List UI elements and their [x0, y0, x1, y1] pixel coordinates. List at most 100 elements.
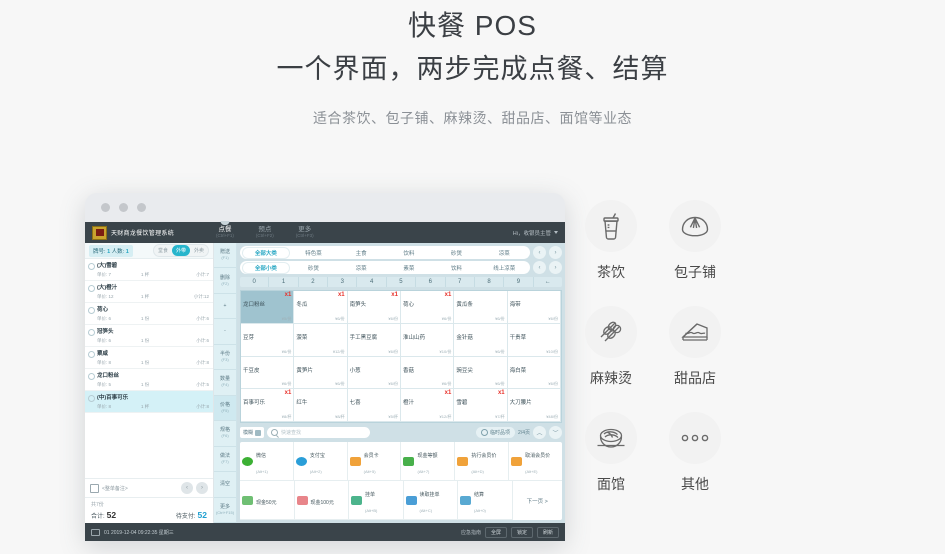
cash-50[interactable]: 现金50元	[240, 481, 295, 520]
rail-button-method[interactable]: 做法 (F7)	[214, 447, 236, 473]
numpad-key-2[interactable]: 2	[299, 277, 329, 287]
row-select-icon[interactable]	[88, 395, 95, 402]
dish-cell[interactable]: 豌豆尖 ¥6/份	[454, 356, 508, 390]
next-page-button[interactable]: 下一页 >	[513, 481, 563, 520]
dish-cell[interactable]: x1 南笋头 ¥6/份	[347, 291, 401, 324]
payment-wechat[interactable]: 微信 (Alt+1)	[240, 442, 294, 481]
table-row[interactable]: 粟咸 单价: 8 1 份 小计:8	[85, 347, 213, 369]
tab-preorder[interactable]: 预点 (Ctrl+F2)	[256, 226, 274, 239]
dish-cell[interactable]: 豆芽 ¥6/份	[241, 323, 295, 357]
row-select-icon[interactable]	[88, 285, 95, 292]
tab-order[interactable]: 点餐 (Ctrl+F1)	[216, 226, 234, 239]
business-type-dessert[interactable]: 甜品店	[669, 306, 721, 388]
numpad-key-5[interactable]: 5	[387, 277, 417, 287]
numpad-key-8[interactable]: 8	[475, 277, 505, 287]
row-select-icon[interactable]	[88, 307, 95, 314]
mode-delivery[interactable]: 外卖	[190, 245, 208, 256]
recall-order-button[interactable]: 读取挂单 (Alt+C)	[403, 481, 458, 520]
lock-button[interactable]: 锁定	[510, 527, 533, 538]
dish-cell[interactable]: 香菇 ¥6/份	[400, 356, 455, 390]
rail-button-more[interactable]: 更多 (Ctrl+F15)	[214, 498, 236, 523]
order-next-button[interactable]: ›	[196, 482, 208, 494]
apply-member-price[interactable]: 执行会员价 (Alt+D)	[455, 442, 510, 481]
dish-cell[interactable]: x1 雪碧 ¥7/杯	[454, 389, 508, 422]
minor-cat-1[interactable]: 砂煲	[290, 264, 338, 272]
rail-button-gift[interactable]: 赠送 (F1)	[214, 243, 236, 269]
business-type-bun[interactable]: 包子铺	[669, 200, 721, 282]
table-row[interactable]: 龙口粉丝 单价: 5 1 份 小计:5	[85, 369, 213, 391]
business-type-other[interactable]: 其他	[669, 412, 721, 494]
business-type-tea[interactable]: 茶饮	[585, 200, 637, 282]
window-dot-maximize-icon[interactable]	[137, 203, 146, 212]
row-select-icon[interactable]	[88, 329, 95, 336]
business-type-noodle[interactable]: 面馆	[585, 412, 637, 494]
dish-cell[interactable]: 海带 ¥6/份	[507, 291, 561, 324]
rail-button-price[interactable]: 价格 (F5)	[214, 395, 236, 422]
dish-cell[interactable]: 小葱 ¥6/份	[347, 356, 401, 390]
payment-membercard[interactable]: 会员卡 (Alt+5)	[347, 442, 402, 481]
minor-cat-5[interactable]: 线上凉菜	[480, 264, 528, 272]
table-row[interactable]: 荷心 单价: 6 1 份 小计:6	[85, 303, 213, 325]
tab-more[interactable]: 更多 (Ctrl+F3)	[296, 226, 314, 239]
cash-100[interactable]: 现金100元	[294, 481, 349, 520]
minor-cat-3[interactable]: 素菜	[385, 264, 433, 272]
dish-cell[interactable]: 淮山山药 ¥10/份	[400, 323, 455, 357]
dish-cell[interactable]: 红牛 ¥8/杯	[294, 389, 348, 422]
numpad-key-7[interactable]: 7	[446, 277, 475, 287]
table-row[interactable]: 冠笋头 单价: 6 1 份 小计:6	[85, 325, 213, 347]
mode-takeout[interactable]: 外带	[171, 245, 190, 256]
dish-cell[interactable]: x1 百事可乐 ¥8/杯	[241, 389, 295, 422]
minor-cat-2[interactable]: 凉菜	[337, 264, 385, 272]
dish-cell[interactable]: 金针菇 ¥6/份	[454, 323, 508, 357]
mode-dinein[interactable]: 堂食	[154, 245, 172, 256]
numpad-key-0[interactable]: 0	[240, 277, 270, 287]
rail-button-half[interactable]: 半份 (F3)	[214, 345, 236, 371]
numpad-key-3[interactable]: 3	[328, 277, 358, 287]
major-cat-next-button[interactable]: ›	[549, 246, 562, 259]
rail-button-plus[interactable]: +	[214, 294, 236, 320]
dish-cell[interactable]: 黄笋片 ¥6/份	[294, 356, 348, 390]
major-cat-all[interactable]: 全部大类	[242, 246, 290, 259]
numpad-backspace-icon[interactable]: ←	[534, 277, 562, 287]
rail-button-minus[interactable]: -	[214, 319, 236, 345]
dish-cell[interactable]: 干贵草 ¥10/份	[507, 323, 561, 357]
table-row[interactable]: (大)橙汁 单价: 12 1 杯 小计:12	[85, 281, 213, 303]
rail-button-delete[interactable]: 删除 (F2)	[214, 268, 236, 294]
major-cat-4[interactable]: 砂煲	[433, 249, 481, 257]
major-cat-prev-button[interactable]: ‹	[533, 246, 546, 259]
dish-cell[interactable]: 七喜 ¥5/杯	[347, 389, 401, 422]
cancel-member-price[interactable]: 取消会员价 (Alt+E)	[509, 442, 562, 481]
table-row[interactable]: (大)雪碧 单价: 7 1 杯 小计:7	[85, 259, 213, 281]
fullscreen-button[interactable]: 全屏	[484, 527, 507, 538]
row-select-icon[interactable]	[88, 351, 95, 358]
major-cat-5[interactable]: 凉菜	[480, 249, 528, 257]
dish-cell[interactable]: 海白菜 ¥6/份	[507, 356, 561, 390]
dish-cell[interactable]: 黄瓜条 ¥6/份	[454, 291, 508, 324]
search-input[interactable]: 快速查找	[267, 427, 371, 438]
hold-order-button[interactable]: 挂单 (Alt+B)	[349, 481, 404, 520]
payment-alipay[interactable]: 支付宝 (Alt+2)	[293, 442, 348, 481]
page-up-button[interactable]: ︿	[533, 426, 546, 439]
page-down-button[interactable]: ﹀	[549, 426, 562, 439]
emergency-guide-link[interactable]: 应急指南	[461, 529, 481, 536]
major-cat-3[interactable]: 饮料	[385, 249, 433, 257]
minor-cat-all[interactable]: 全部小类	[242, 261, 290, 274]
window-dot-close-icon[interactable]	[101, 203, 110, 212]
temp-item-button[interactable]: 临时品项	[476, 427, 516, 438]
dish-cell[interactable]: 菠菜 ¥12/份	[294, 323, 348, 357]
row-select-icon[interactable]	[88, 373, 95, 380]
major-cat-1[interactable]: 特色菜	[290, 249, 338, 257]
dish-cell[interactable]: x1 冬瓜 ¥6/份	[294, 291, 348, 324]
dish-cell[interactable]: x1 龙口粉丝 ¥5/份	[241, 291, 295, 324]
search-filter-select[interactable]: 模糊	[240, 427, 265, 438]
dish-cell[interactable]: x1 橙汁 ¥12/杯	[400, 389, 455, 422]
minor-cat-4[interactable]: 饮料	[433, 264, 481, 272]
business-type-malatang[interactable]: 麻辣烫	[585, 306, 637, 388]
numpad-key-1[interactable]: 1	[269, 277, 299, 287]
window-dot-minimize-icon[interactable]	[119, 203, 128, 212]
dish-cell[interactable]: 千豆皮 ¥6/份	[241, 356, 295, 390]
user-menu[interactable]: Hi，收银员主管	[513, 229, 558, 237]
row-select-icon[interactable]	[88, 263, 95, 270]
checkout-button[interactable]: 结算 (Alt+0)	[458, 481, 513, 520]
rail-button-spec[interactable]: 规格 (F6)	[214, 421, 236, 447]
